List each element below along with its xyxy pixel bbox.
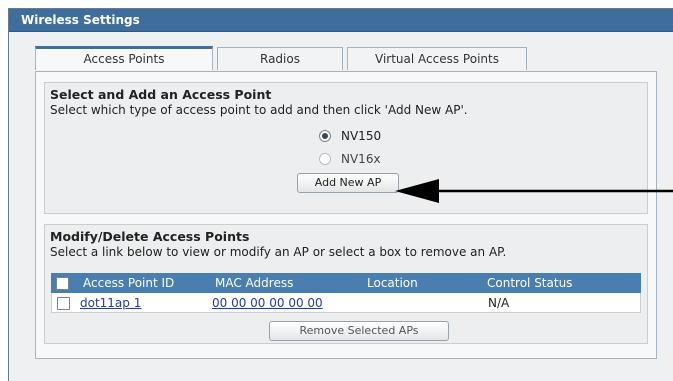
select-all-checkbox[interactable]	[56, 277, 69, 290]
row-checkbox[interactable]	[57, 297, 70, 310]
column-header-mac-address: MAC Address	[215, 276, 294, 290]
control-status-cell: N/A	[488, 296, 510, 310]
add-new-ap-button[interactable]: Add New AP	[297, 173, 399, 193]
access-points-panel: Select and Add an Access Point Select wh…	[35, 71, 657, 359]
radio-option-nv150[interactable]: NV150	[319, 129, 381, 143]
title-bar: Wireless Settings	[9, 9, 673, 32]
section-description: Select a link below to view or modify an…	[50, 245, 507, 259]
column-header-access-point-id: Access Point ID	[83, 276, 175, 290]
column-header-control-status: Control Status	[487, 276, 573, 290]
section-title: Select and Add an Access Point	[50, 87, 272, 102]
callout-arrow-icon	[395, 179, 673, 203]
table-header: Access Point ID MAC Address Location Con…	[51, 273, 641, 293]
remove-selected-aps-button[interactable]: Remove Selected APs	[269, 321, 449, 341]
section-description: Select which type of access point to add…	[50, 103, 468, 117]
window-title: Wireless Settings	[21, 13, 140, 27]
tab-virtual-access-points[interactable]: Virtual Access Points	[347, 47, 527, 70]
radio-label: NV16x	[341, 152, 381, 166]
access-point-id-link[interactable]: dot11ap 1	[80, 296, 141, 310]
modify-delete-section: Modify/Delete Access Points Select a lin…	[44, 224, 648, 344]
tab-access-points[interactable]: Access Points	[35, 46, 213, 70]
radio-button-unselected[interactable]	[319, 153, 331, 165]
mac-address-link[interactable]: 00 00 00 00 00 00	[212, 296, 323, 310]
radio-option-nv16x[interactable]: NV16x	[319, 152, 381, 166]
section-title: Modify/Delete Access Points	[50, 229, 250, 244]
radio-label: NV150	[341, 129, 382, 143]
tab-radios[interactable]: Radios	[217, 47, 343, 70]
table-row: dot11ap 1 00 00 00 00 00 00 N/A	[51, 293, 641, 313]
column-header-location: Location	[367, 276, 418, 290]
radio-button-selected[interactable]	[319, 130, 331, 142]
